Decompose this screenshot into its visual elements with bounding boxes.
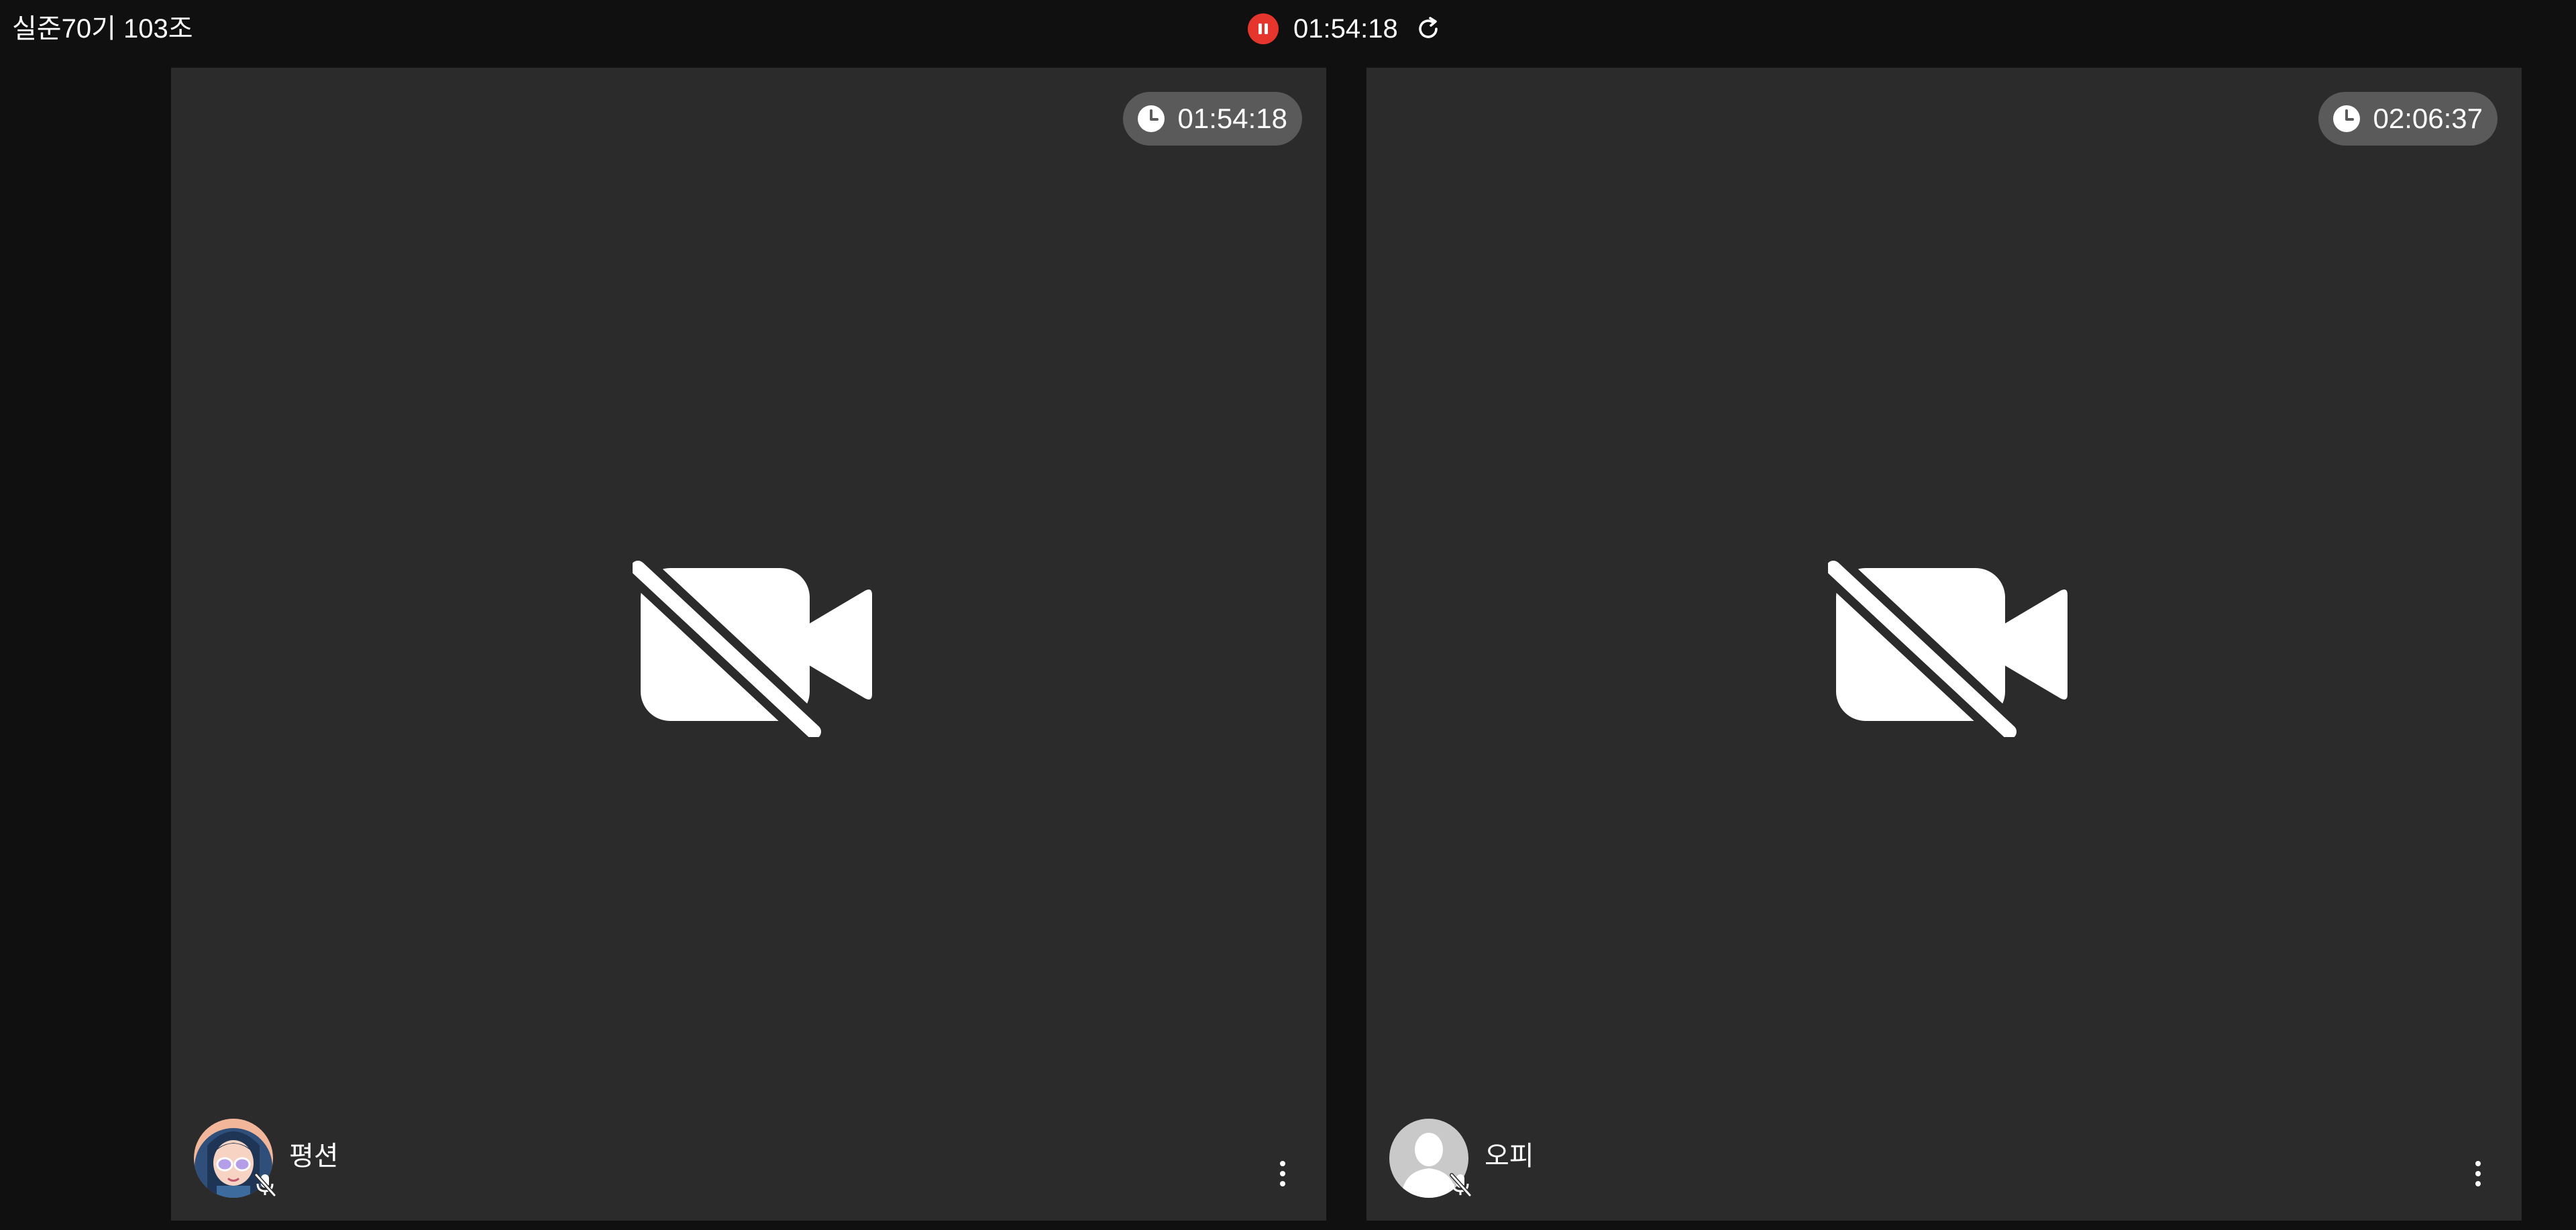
avatar[interactable] — [1389, 1119, 1472, 1198]
participant-tile: 01:54:18 평션 — [171, 68, 1326, 1221]
more-dot — [1280, 1181, 1285, 1186]
top-bar: 실준70기 103조 01:54:18 — [0, 0, 2576, 58]
more-dot — [1280, 1171, 1285, 1176]
participant-name: 오피 — [1485, 1141, 1534, 1171]
participant-tile: 02:06:37 오피 — [1366, 68, 2522, 1221]
participant-info: 평션 — [194, 1119, 339, 1198]
refresh-button[interactable] — [1413, 13, 1444, 44]
mic-off-icon — [254, 1173, 276, 1197]
more-dot — [1280, 1161, 1285, 1166]
recording-pause-button[interactable] — [1248, 13, 1279, 44]
pause-icon — [1258, 23, 1268, 34]
more-options-button[interactable] — [1273, 1154, 1293, 1194]
elapsed-time-badge: 01:54:18 — [1122, 92, 1302, 146]
clock-icon — [1137, 105, 1165, 132]
clock-icon — [2332, 105, 2360, 132]
mic-off-icon — [1450, 1173, 1472, 1197]
refresh-icon — [1418, 17, 1438, 38]
more-dot — [2475, 1161, 2481, 1166]
recording-timer: 01:54:18 — [1293, 14, 1398, 44]
participant-info: 오피 — [1389, 1119, 1534, 1198]
participant-name: 평션 — [289, 1141, 339, 1171]
more-dot — [2475, 1171, 2481, 1176]
more-dot — [2475, 1181, 2481, 1186]
room-title: 실준70기 103조 — [12, 14, 193, 44]
camera-off-icon — [633, 561, 872, 737]
recording-controls: 01:54:18 — [1248, 9, 1444, 48]
elapsed-time-badge: 02:06:37 — [2318, 92, 2498, 146]
elapsed-time: 01:54:18 — [1177, 103, 1288, 134]
elapsed-time: 02:06:37 — [2373, 103, 2483, 134]
camera-off-icon — [1828, 561, 2068, 737]
more-options-button[interactable] — [2468, 1154, 2488, 1194]
avatar[interactable] — [194, 1119, 276, 1198]
